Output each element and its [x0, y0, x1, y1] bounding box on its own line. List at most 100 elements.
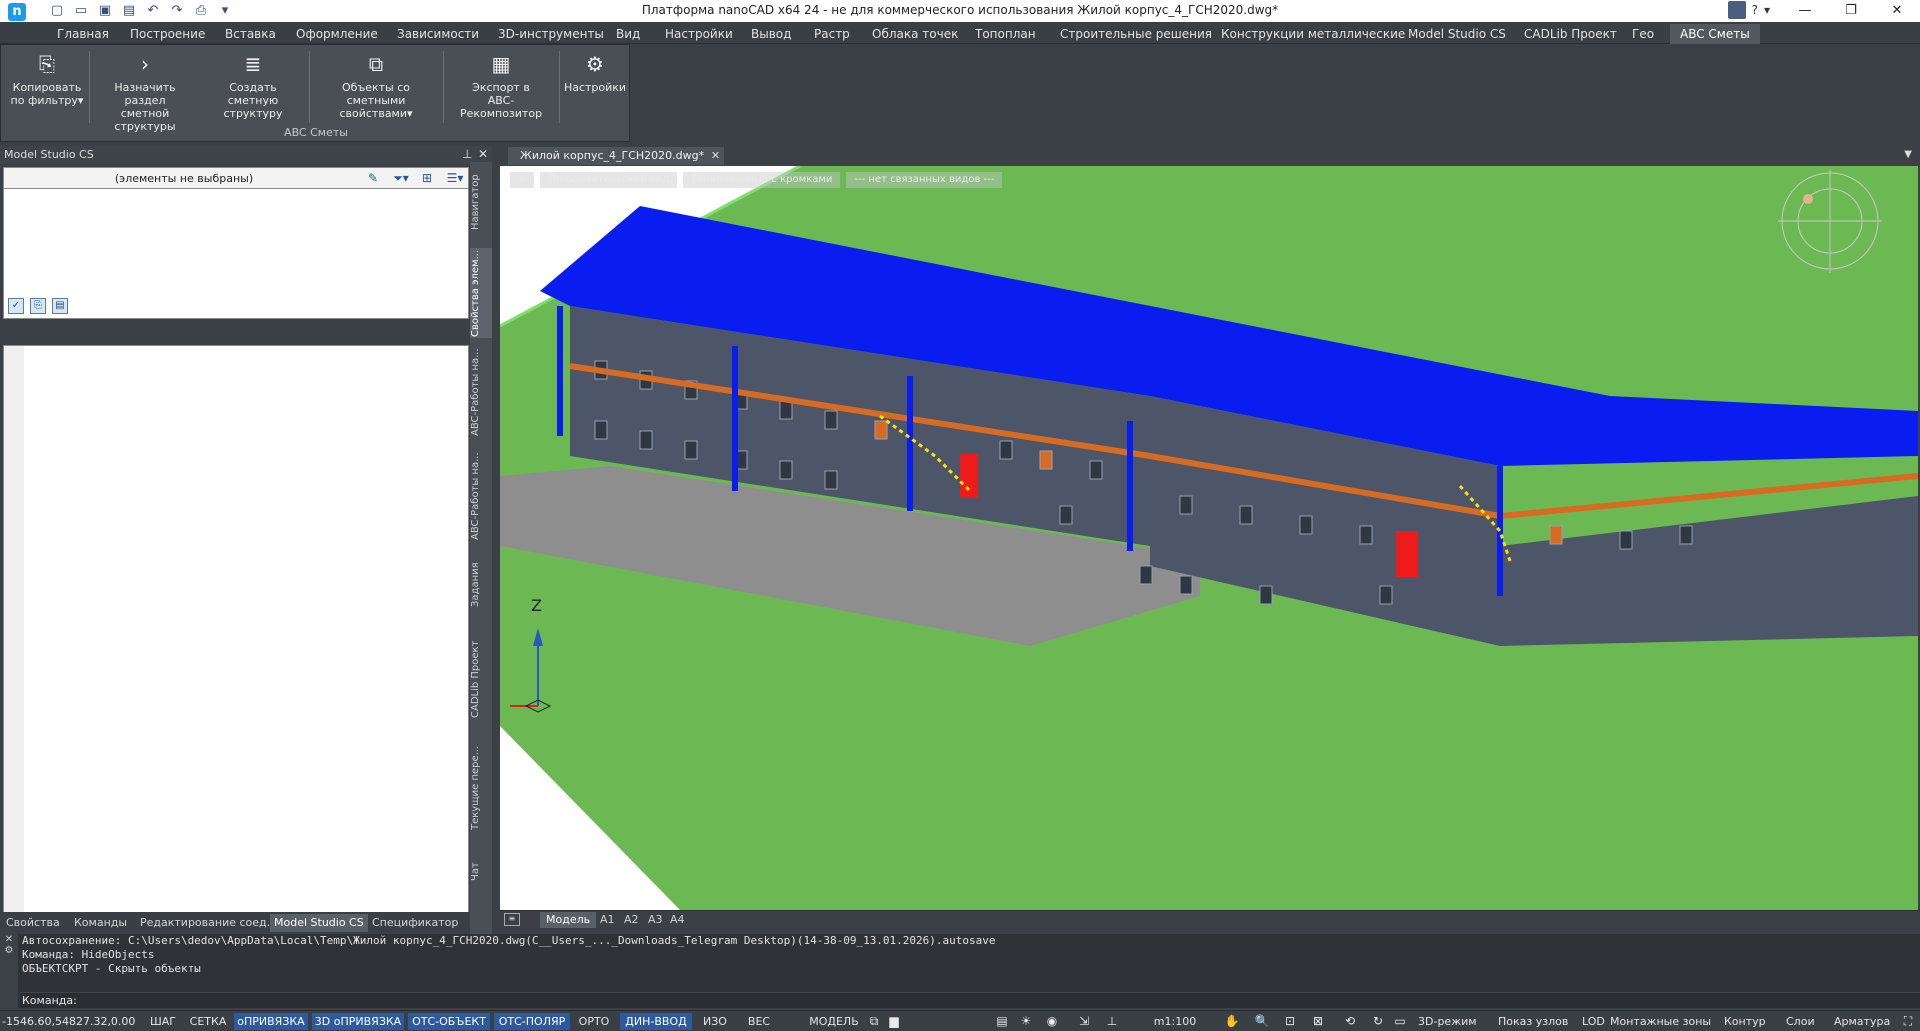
ribbon-tab[interactable]: Вывод	[751, 25, 791, 43]
status-item[interactable]: Показ узлов	[1498, 1013, 1568, 1030]
layouts-menu-icon[interactable]: ≡	[504, 913, 520, 926]
ribbon-tab[interactable]: CADLib Проект	[1524, 25, 1617, 43]
help-icon[interactable]: ?	[1752, 3, 1758, 17]
ribbon-tab[interactable]: Построение	[130, 25, 205, 43]
side-palette-tab[interactable]: Текущие пере...	[470, 738, 492, 838]
undo-icon[interactable]: ↶	[144, 2, 162, 20]
workspace-icon[interactable]	[1727, 1, 1746, 19]
selection-cycle-icon[interactable]: ⇲	[1076, 1014, 1092, 1029]
paste-icon[interactable]: ▤	[52, 298, 68, 314]
ribbon-tab[interactable]: Облака точек	[872, 25, 958, 43]
ribbon-tab[interactable]: Вид	[616, 25, 640, 43]
viewport-menu-button[interactable]: +	[510, 172, 535, 188]
command-line-settings-icon[interactable]: ⚙	[0, 945, 18, 956]
side-palette-tab[interactable]: Задания	[470, 550, 492, 620]
check-all-icon[interactable]: ✓	[8, 298, 24, 314]
selected-elements-list[interactable]: ✓ ⎘ ▤	[3, 189, 469, 319]
status-item[interactable]: Монтажные зоны	[1610, 1013, 1711, 1030]
assign-section-button[interactable]: › Назначить раздел сметной структуры	[93, 51, 197, 133]
estimate-objects-button[interactable]: ⧉ Объекты со сметными свойствами▾	[313, 51, 439, 120]
side-palette-tab[interactable]: ABC-Работы на...	[470, 342, 492, 442]
panel-bottom-tab[interactable]: Свойства	[6, 914, 60, 932]
status-toggle[interactable]: оПРИВЯЗКА	[234, 1013, 308, 1030]
layout-tab[interactable]: A1	[600, 912, 615, 928]
redo-icon[interactable]: ↷	[168, 2, 186, 20]
abc-settings-button[interactable]: ⚙ Настройки	[563, 51, 627, 94]
side-palette-tab[interactable]: Навигатор	[470, 162, 492, 242]
properties-grid[interactable]	[3, 345, 469, 918]
panel-close-icon[interactable]: ✕	[478, 147, 488, 161]
document-tab[interactable]: Жилой корпус_4_ГСН2020.dwg* ✕	[508, 147, 725, 165]
visual-style-button[interactable]: Тонированный с кромками	[683, 172, 841, 188]
status-item[interactable]: 3D-режим	[1418, 1013, 1477, 1030]
tabs-dropdown-icon[interactable]: ▼	[1904, 149, 1912, 160]
status-toggle[interactable]: 3D оПРИВЯЗКА	[312, 1013, 404, 1030]
status-item[interactable]: Контур	[1724, 1013, 1766, 1030]
ribbon-tab[interactable]: Оформление	[296, 25, 378, 43]
side-palette-tab[interactable]: ABC-Работы на...	[470, 446, 492, 546]
command-input[interactable]: Команда:	[20, 992, 1920, 1008]
layout-icon[interactable]: ▆	[886, 1014, 902, 1029]
pick-object-icon[interactable]: ✎	[364, 170, 382, 187]
customize-toolbar-icon[interactable]: ▾	[216, 2, 234, 20]
layout-tab[interactable]: A3	[648, 912, 663, 928]
document-tab-close-icon[interactable]: ✕	[711, 147, 720, 165]
open-file-icon[interactable]: ▭	[72, 2, 90, 20]
zoom-window-icon[interactable]: ⊡	[1282, 1014, 1298, 1029]
create-structure-button[interactable]: ≣ Создать сметную структуру	[201, 51, 305, 120]
pan-icon[interactable]: ✋	[1224, 1014, 1240, 1029]
viewport-scale-icon[interactable]: ⧉	[866, 1014, 882, 1029]
side-palette-tab[interactable]: Свойства элем...	[470, 248, 492, 338]
monitor-icon[interactable]: ▭	[1392, 1014, 1408, 1029]
ribbon-tab[interactable]: Главная	[57, 25, 109, 43]
lightbulb-icon[interactable]: ☀	[1018, 1014, 1034, 1029]
ribbon-tab[interactable]: Строительные решения	[1060, 25, 1212, 43]
scale-readout[interactable]: m1:100	[1150, 1013, 1200, 1030]
layout-tab[interactable]: A2	[624, 912, 639, 928]
pin-icon[interactable]: ⊥	[462, 147, 472, 161]
status-toggle[interactable]: ОРТО	[574, 1013, 614, 1030]
refresh-icon[interactable]: ↻	[1370, 1014, 1386, 1029]
help-dropdown-icon[interactable]: ▾	[1764, 3, 1770, 17]
layout-tab[interactable]: A4	[670, 912, 685, 928]
status-item[interactable]: LOD	[1582, 1013, 1605, 1030]
zoom-icon[interactable]: 🔍	[1254, 1014, 1270, 1029]
ribbon-tab[interactable]: Растр	[814, 25, 850, 43]
save-all-icon[interactable]: ▤	[120, 2, 138, 20]
view-options-icon[interactable]: ☰▾	[442, 170, 468, 187]
isolate-icon[interactable]: ◉	[1044, 1014, 1060, 1029]
panel-bottom-tab[interactable]: Команды	[74, 914, 127, 932]
model-viewport[interactable]: Z + Пользовательский вид Тонированный с …	[500, 166, 1918, 910]
status-item[interactable]: Арматура	[1834, 1013, 1890, 1030]
ribbon-tab[interactable]: ABC Сметы	[1670, 24, 1760, 44]
side-palette-tab[interactable]: Чат	[470, 842, 492, 902]
ribbon-tab[interactable]: Зависимости	[397, 25, 479, 43]
copy-icon[interactable]: ⎘	[30, 298, 46, 314]
orbit-icon[interactable]: ⟲	[1342, 1014, 1358, 1029]
ribbon-tab[interactable]: Топоплан	[975, 25, 1036, 43]
side-palette-tab[interactable]: CADLib Проект	[470, 624, 492, 734]
app-logo[interactable]: n	[8, 3, 26, 21]
copy-by-filter-button[interactable]: ⎘ Копировать по фильтру▾	[7, 51, 87, 107]
close-button[interactable]: ✕	[1874, 0, 1920, 22]
ribbon-tab[interactable]: Model Studio CS	[1408, 25, 1506, 43]
panel-bottom-tab[interactable]: Спецификатор	[372, 914, 458, 932]
status-toggle[interactable]: ОТС-ОБЪЕКТ	[408, 1013, 490, 1030]
status-toggle[interactable]: ВЕС	[742, 1013, 776, 1030]
ucs-icon[interactable]: ⊥	[1104, 1014, 1120, 1029]
view-name-button[interactable]: Пользовательский вид	[540, 172, 678, 188]
annotation-icon[interactable]: ▤	[994, 1014, 1010, 1029]
status-toggle[interactable]: МОДЕЛЬ	[806, 1013, 862, 1030]
filter-dropdown-icon[interactable]: ⏷▾	[388, 170, 414, 187]
panel-bottom-tab[interactable]: Редактирование соед...	[140, 914, 277, 932]
fullscreen-icon[interactable]: ⛶	[1900, 1014, 1916, 1029]
tree-view-icon[interactable]: ⊞	[418, 170, 436, 187]
new-file-icon[interactable]: ▢	[48, 2, 66, 20]
zoom-extents-icon[interactable]: ⊠	[1310, 1014, 1326, 1029]
ribbon-tab[interactable]: Настройки	[665, 25, 733, 43]
status-toggle[interactable]: ШАГ	[146, 1013, 180, 1030]
export-recompositor-button[interactable]: ▦ Экспорт в ABC-Рекомпозитор	[447, 51, 555, 120]
ribbon-tab[interactable]: Вставка	[225, 25, 276, 43]
minimize-button[interactable]: —	[1782, 0, 1828, 22]
status-toggle[interactable]: ИЗО	[698, 1013, 732, 1030]
